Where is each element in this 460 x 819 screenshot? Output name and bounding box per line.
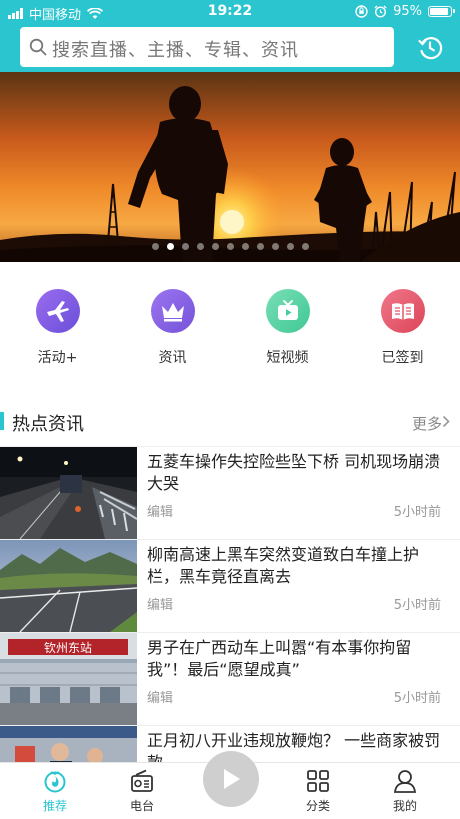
news-time: 5小时前 xyxy=(393,505,441,520)
search-icon xyxy=(29,38,47,56)
tab-label: 分类 xyxy=(305,799,330,813)
search-placeholder: 搜索直播、主播、专辑、资讯 xyxy=(52,40,299,61)
quick-entry-label: 短视频 xyxy=(266,350,309,366)
tab-recommend[interactable]: 推荐 xyxy=(25,769,85,814)
play-button[interactable] xyxy=(203,751,259,807)
airplane-icon xyxy=(35,289,80,333)
quick-entry-activity[interactable]: 活动+ xyxy=(0,289,115,367)
banner-image xyxy=(0,72,460,262)
recommend-icon xyxy=(44,771,66,793)
news-thumbnail: 钦州东站 xyxy=(0,633,137,725)
news-item[interactable]: 钦州东站 男子在广西动车上叫嚣“有本事你拘留我”！最后“愿望成真” 编辑 5小时… xyxy=(0,632,460,725)
book-icon xyxy=(380,289,425,333)
carousel-dot-active[interactable] xyxy=(166,243,174,250)
carousel-dot[interactable] xyxy=(241,243,249,250)
news-item[interactable]: 五菱车操作失控险些坠下桥 司机现场崩溃大哭 编辑 5小时前 xyxy=(0,446,460,539)
carousel-dot[interactable] xyxy=(181,243,189,250)
history-icon[interactable] xyxy=(416,34,444,62)
tab-category[interactable]: 分类 xyxy=(288,769,348,814)
tab-label: 电台 xyxy=(129,799,154,813)
alarm-icon xyxy=(374,5,387,18)
tab-label: 我的 xyxy=(392,799,417,813)
news-thumbnail xyxy=(0,540,137,632)
rotation-lock-icon xyxy=(355,5,368,18)
news-thumbnail xyxy=(0,447,137,539)
news-time: 5小时前 xyxy=(393,691,441,706)
tv-play-icon xyxy=(265,289,310,333)
news-title: 男子在广西动车上叫嚣“有本事你拘留我”！最后“愿望成真” xyxy=(147,638,412,679)
section-title: 热点资讯 xyxy=(12,414,84,435)
station-sign-text: 钦州东站 xyxy=(44,641,92,655)
hot-news-section-header: 热点资讯 更多 xyxy=(0,409,460,435)
more-link[interactable]: 更多 xyxy=(412,413,442,434)
quick-entry-label: 已签到 xyxy=(381,350,424,366)
tab-radio[interactable]: 电台 xyxy=(112,769,172,814)
news-item[interactable]: 柳南高速上黑车突然变道致白车撞上护栏，黑车竟径直离去 编辑 5小时前 xyxy=(0,539,460,632)
news-title: 柳南高速上黑车突然变道致白车撞上护栏，黑车竟径直离去 xyxy=(147,545,420,586)
carousel-dot[interactable] xyxy=(271,243,279,250)
news-source: 编辑 xyxy=(147,598,174,613)
news-title: 五菱车操作失控险些坠下桥 司机现场崩溃大哭 xyxy=(147,452,441,493)
quick-entry-label: 活动+ xyxy=(37,350,78,366)
crown-icon xyxy=(150,289,195,333)
tab-label: 推荐 xyxy=(42,799,67,813)
carousel-dot[interactable] xyxy=(151,243,159,250)
bottom-tab-bar: 推荐 电台 分类 我的 xyxy=(0,751,460,819)
news-source: 编辑 xyxy=(147,691,174,706)
banner-carousel[interactable] xyxy=(0,72,460,262)
carousel-dot[interactable] xyxy=(226,243,234,250)
search-header: 搜索直播、主播、专辑、资讯 xyxy=(0,24,460,72)
quick-entry-grid: 活动+ 资讯 短视频 已签到 xyxy=(0,289,460,367)
battery-icon xyxy=(428,6,455,17)
carousel-dot[interactable] xyxy=(211,243,219,250)
quick-entry-short-video[interactable]: 短视频 xyxy=(230,289,345,367)
carousel-dot[interactable] xyxy=(301,243,309,250)
quick-entry-news[interactable]: 资讯 xyxy=(115,289,230,367)
carousel-dots[interactable] xyxy=(0,243,460,250)
quick-entry-checked-in[interactable]: 已签到 xyxy=(345,289,460,367)
quick-entry-label: 资讯 xyxy=(158,350,187,366)
carousel-dot[interactable] xyxy=(286,243,294,250)
news-source: 编辑 xyxy=(147,505,174,520)
profile-icon xyxy=(393,770,417,793)
carousel-dot[interactable] xyxy=(196,243,204,250)
tab-profile[interactable]: 我的 xyxy=(375,769,435,814)
battery-percent: 95% xyxy=(393,4,422,19)
category-grid-icon xyxy=(307,770,329,792)
search-input[interactable]: 搜索直播、主播、专辑、资讯 xyxy=(20,27,394,67)
play-icon xyxy=(224,769,240,789)
radio-icon xyxy=(131,769,153,792)
news-time: 5小时前 xyxy=(393,598,441,613)
section-accent-bar xyxy=(0,412,4,430)
status-bar: 中国移动 19:22 95% xyxy=(0,0,460,24)
carousel-dot[interactable] xyxy=(256,243,264,250)
chevron-right-icon[interactable] xyxy=(442,415,450,428)
